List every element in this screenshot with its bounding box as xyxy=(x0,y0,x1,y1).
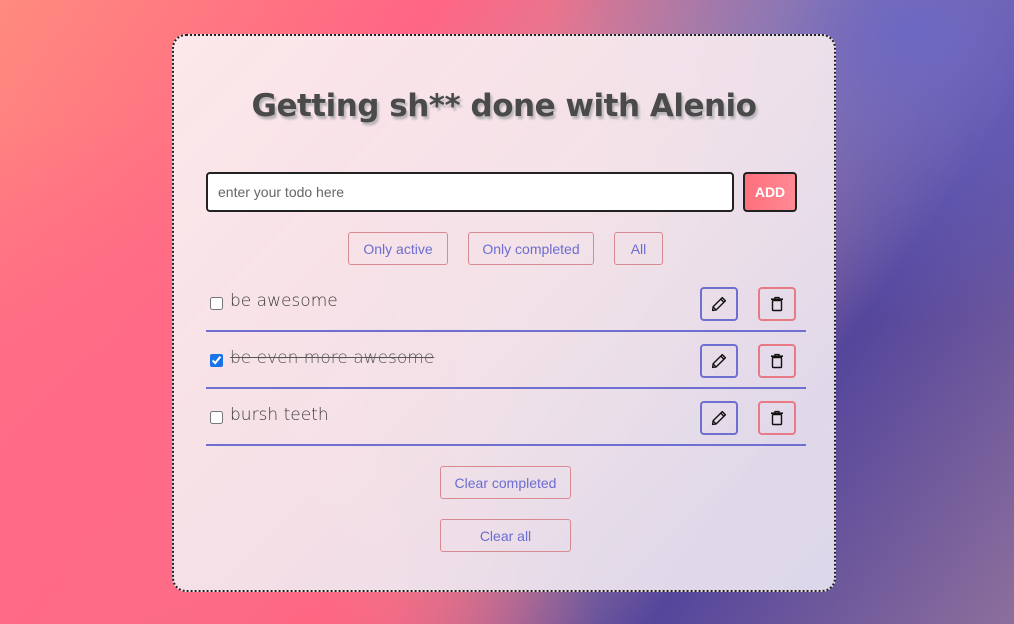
todo-checkbox[interactable] xyxy=(210,297,223,310)
edit-button[interactable] xyxy=(700,401,738,435)
delete-button[interactable] xyxy=(758,344,796,378)
trash-icon xyxy=(771,296,783,312)
clear-all-button[interactable]: Clear all xyxy=(440,519,571,552)
pencil-icon xyxy=(711,410,727,426)
add-button[interactable]: ADD xyxy=(743,172,797,212)
todo-text: bursh teeth xyxy=(230,405,329,425)
filter-only-completed-button[interactable]: Only completed xyxy=(468,232,594,265)
page-title: Getting sh** done with Alenio xyxy=(251,88,757,124)
trash-icon xyxy=(771,353,783,369)
todo-input[interactable] xyxy=(206,172,734,212)
pencil-icon xyxy=(711,296,727,312)
edit-button[interactable] xyxy=(700,344,738,378)
todo-text: be awesome xyxy=(230,291,338,311)
delete-button[interactable] xyxy=(758,287,796,321)
delete-button[interactable] xyxy=(758,401,796,435)
todo-checkbox[interactable] xyxy=(210,354,223,367)
filter-only-active-button[interactable]: Only active xyxy=(348,232,448,265)
todo-card: Getting sh** done with Alenio ADD Only a… xyxy=(172,34,836,592)
clear-completed-button[interactable]: Clear completed xyxy=(440,466,571,499)
todo-item: be awesome xyxy=(206,275,806,332)
edit-button[interactable] xyxy=(700,287,738,321)
todo-item: be even more awesome xyxy=(206,332,806,389)
todo-text: be even more awesome xyxy=(230,348,435,368)
pencil-icon xyxy=(711,353,727,369)
todo-checkbox[interactable] xyxy=(210,411,223,424)
todo-item: bursh teeth xyxy=(206,389,806,446)
trash-icon xyxy=(771,410,783,426)
filter-all-button[interactable]: All xyxy=(614,232,663,265)
